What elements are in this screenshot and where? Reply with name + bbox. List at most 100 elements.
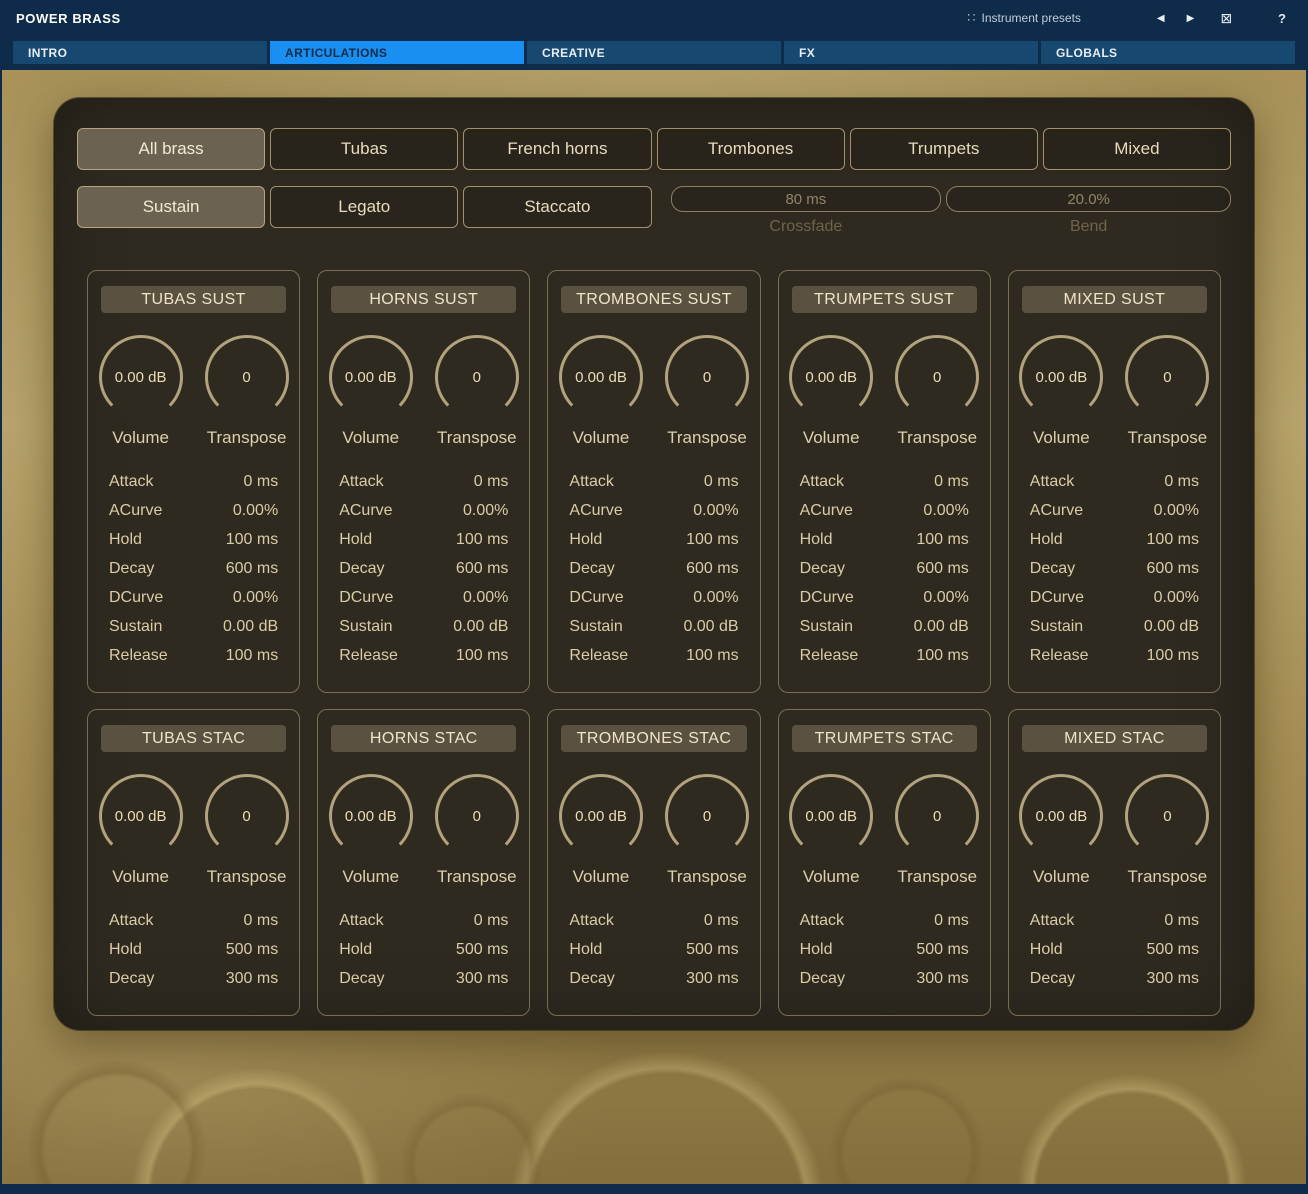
param-value[interactable]: 0 ms — [934, 906, 969, 935]
param-row[interactable]: Decay 600 ms — [109, 554, 278, 583]
card-title[interactable]: TROMBONES STAC — [561, 725, 746, 752]
param-row[interactable]: Decay 300 ms — [800, 964, 969, 993]
transpose-knob-ring[interactable]: 0 — [1125, 335, 1209, 419]
param-row[interactable]: Release 100 ms — [569, 641, 738, 670]
param-value[interactable]: 300 ms — [686, 964, 738, 993]
volume-knob-ring[interactable]: 0.00 dB — [559, 774, 643, 858]
param-value[interactable]: 0 ms — [474, 467, 509, 496]
param-value[interactable]: 0 ms — [934, 467, 969, 496]
param-value[interactable]: 0.00% — [463, 496, 508, 525]
param-row[interactable]: Attack 0 ms — [569, 467, 738, 496]
param-row[interactable]: Attack 0 ms — [339, 906, 508, 935]
transpose-knob-ring[interactable]: 0 — [435, 774, 519, 858]
param-row[interactable]: Attack 0 ms — [1030, 467, 1199, 496]
param-row[interactable]: Release 100 ms — [1030, 641, 1199, 670]
param-row[interactable]: Hold 500 ms — [1030, 935, 1199, 964]
tab-creative[interactable]: CREATIVE — [527, 41, 781, 64]
param-row[interactable]: Attack 0 ms — [109, 906, 278, 935]
param-row[interactable]: Sustain 0.00 dB — [339, 612, 508, 641]
transpose-knob[interactable]: 0 Transpose — [433, 774, 521, 887]
param-row[interactable]: Decay 600 ms — [1030, 554, 1199, 583]
param-value[interactable]: 0 ms — [704, 906, 739, 935]
tab-intro[interactable]: INTRO — [13, 41, 267, 64]
param-value[interactable]: 300 ms — [916, 964, 968, 993]
transpose-knob[interactable]: 0 Transpose — [1123, 774, 1211, 887]
volume-knob[interactable]: 0.00 dB Volume — [97, 774, 185, 887]
param-row[interactable]: Attack 0 ms — [339, 467, 508, 496]
transpose-knob-ring[interactable]: 0 — [435, 335, 519, 419]
card-title[interactable]: MIXED STAC — [1022, 725, 1207, 752]
param-row[interactable]: Sustain 0.00 dB — [800, 612, 969, 641]
next-preset-icon[interactable]: ▶ — [1181, 11, 1201, 26]
param-value[interactable]: 0 ms — [1164, 467, 1199, 496]
transpose-knob[interactable]: 0 Transpose — [203, 335, 291, 448]
volume-knob[interactable]: 0.00 dB Volume — [787, 335, 875, 448]
param-row[interactable]: Decay 600 ms — [800, 554, 969, 583]
ensemble-button-trumpets[interactable]: Trumpets — [850, 128, 1038, 170]
param-row[interactable]: Hold 500 ms — [800, 935, 969, 964]
param-value[interactable]: 0.00% — [923, 496, 968, 525]
param-value[interactable]: 600 ms — [1147, 554, 1199, 583]
volume-knob[interactable]: 0.00 dB Volume — [327, 774, 415, 887]
transpose-knob-ring[interactable]: 0 — [205, 774, 289, 858]
help-icon[interactable]: ? — [1272, 9, 1292, 28]
transpose-knob-ring[interactable]: 0 — [205, 335, 289, 419]
param-value[interactable]: 0.00% — [233, 583, 278, 612]
param-row[interactable]: DCurve 0.00% — [569, 583, 738, 612]
param-value[interactable]: 500 ms — [226, 935, 278, 964]
transpose-knob[interactable]: 0 Transpose — [433, 335, 521, 448]
param-value[interactable]: 0.00 dB — [1144, 612, 1199, 641]
param-row[interactable]: Attack 0 ms — [569, 906, 738, 935]
param-value[interactable]: 100 ms — [456, 641, 508, 670]
param-row[interactable]: DCurve 0.00% — [339, 583, 508, 612]
param-value[interactable]: 600 ms — [916, 554, 968, 583]
param-row[interactable]: Decay 300 ms — [1030, 964, 1199, 993]
param-row[interactable]: Hold 100 ms — [1030, 525, 1199, 554]
card-title[interactable]: TROMBONES SUST — [561, 286, 746, 313]
param-row[interactable]: Decay 300 ms — [339, 964, 508, 993]
ensemble-button-all-brass[interactable]: All brass — [77, 128, 265, 170]
param-row[interactable]: ACurve 0.00% — [1030, 496, 1199, 525]
tab-articulations[interactable]: ARTICULATIONS — [270, 41, 524, 64]
param-value[interactable]: 600 ms — [226, 554, 278, 583]
card-title[interactable]: HORNS SUST — [331, 286, 516, 313]
param-value[interactable]: 100 ms — [916, 525, 968, 554]
volume-knob-ring[interactable]: 0.00 dB — [329, 335, 413, 419]
param-row[interactable]: ACurve 0.00% — [800, 496, 969, 525]
param-row[interactable]: Attack 0 ms — [800, 906, 969, 935]
ensemble-button-mixed[interactable]: Mixed — [1043, 128, 1231, 170]
volume-knob[interactable]: 0.00 dB Volume — [1017, 335, 1105, 448]
card-title[interactable]: TUBAS SUST — [101, 286, 286, 313]
param-value[interactable]: 500 ms — [1147, 935, 1199, 964]
param-value[interactable]: 600 ms — [456, 554, 508, 583]
param-row[interactable]: Sustain 0.00 dB — [109, 612, 278, 641]
param-row[interactable]: Release 100 ms — [800, 641, 969, 670]
transpose-knob[interactable]: 0 Transpose — [1123, 335, 1211, 448]
param-value[interactable]: 0 ms — [244, 906, 279, 935]
param-value[interactable]: 300 ms — [226, 964, 278, 993]
param-value[interactable]: 0 ms — [704, 467, 739, 496]
param-row[interactable]: Attack 0 ms — [109, 467, 278, 496]
param-value[interactable]: 600 ms — [686, 554, 738, 583]
transpose-knob[interactable]: 0 Transpose — [663, 335, 751, 448]
card-title[interactable]: TUBAS STAC — [101, 725, 286, 752]
param-value[interactable]: 0.00% — [1154, 583, 1199, 612]
volume-knob-ring[interactable]: 0.00 dB — [559, 335, 643, 419]
volume-knob-ring[interactable]: 0.00 dB — [789, 335, 873, 419]
transpose-knob-ring[interactable]: 0 — [1125, 774, 1209, 858]
param-value[interactable]: 100 ms — [916, 641, 968, 670]
param-row[interactable]: Hold 500 ms — [339, 935, 508, 964]
param-value[interactable]: 100 ms — [226, 641, 278, 670]
volume-knob[interactable]: 0.00 dB Volume — [327, 335, 415, 448]
param-row[interactable]: DCurve 0.00% — [109, 583, 278, 612]
param-row[interactable]: DCurve 0.00% — [1030, 583, 1199, 612]
param-row[interactable]: Hold 500 ms — [569, 935, 738, 964]
volume-knob[interactable]: 0.00 dB Volume — [557, 335, 645, 448]
param-value[interactable]: 0.00 dB — [914, 612, 969, 641]
ensemble-button-french-horns[interactable]: French horns — [463, 128, 651, 170]
param-value[interactable]: 0 ms — [474, 906, 509, 935]
transpose-knob[interactable]: 0 Transpose — [663, 774, 751, 887]
volume-knob[interactable]: 0.00 dB Volume — [1017, 774, 1105, 887]
card-title[interactable]: HORNS STAC — [331, 725, 516, 752]
param-value[interactable]: 0.00% — [233, 496, 278, 525]
